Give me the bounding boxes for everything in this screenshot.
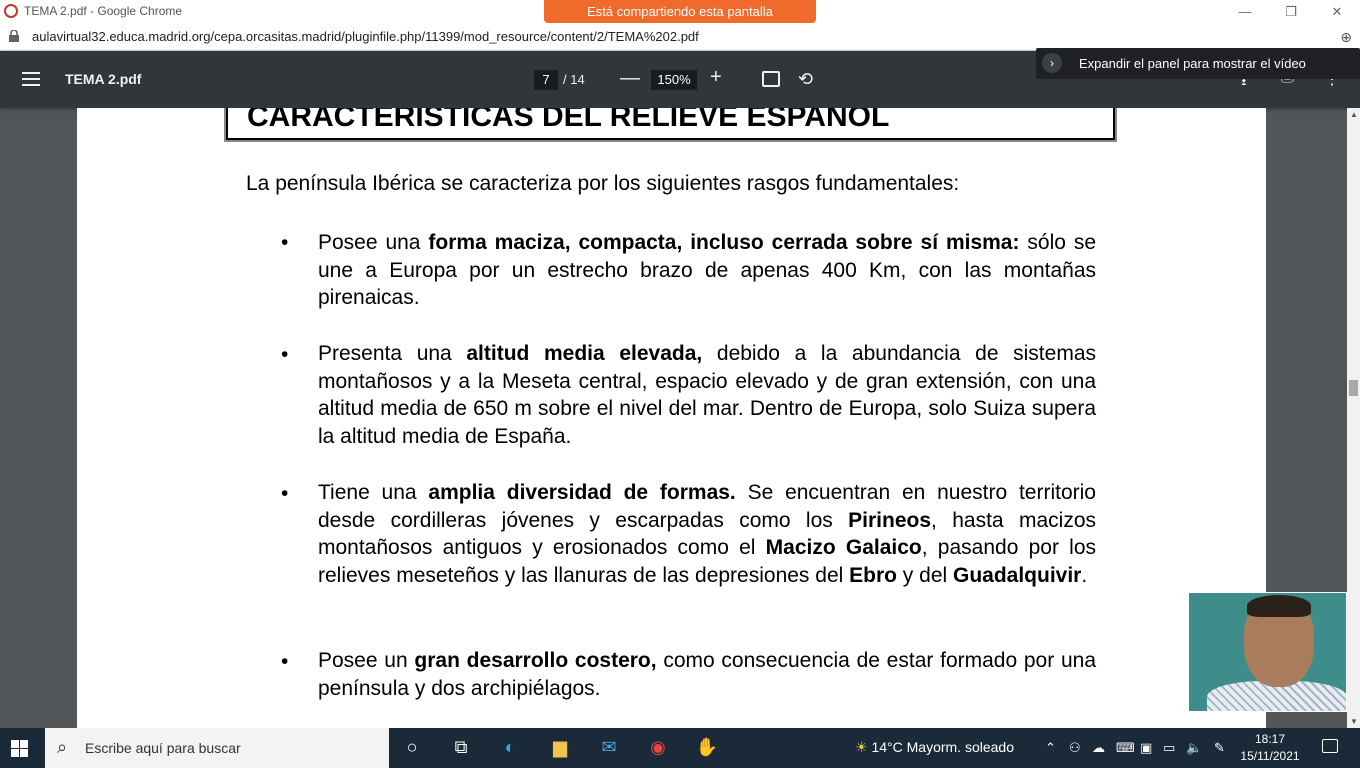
fit-page-icon[interactable]: [762, 71, 780, 87]
chrome-icon: [4, 4, 18, 18]
intro-paragraph: La península Ibérica se caracteriza por …: [246, 172, 960, 195]
cortana-icon[interactable]: ○: [400, 737, 424, 759]
video-panel-text: Expandir el panel para mostrar el vídeo: [1079, 56, 1306, 71]
search-placeholder: Escribe aquí para buscar: [85, 740, 241, 756]
url-text[interactable]: aulavirtual32.educa.madrid.org/cepa.orca…: [32, 29, 699, 44]
heading-box: CARACTERÍSTICAS DEL RELIEVE ESPAÑOL: [224, 108, 1117, 142]
bullet: •: [281, 650, 289, 673]
clock-time: 18:17: [1254, 732, 1286, 746]
tray-meet-icon[interactable]: ▣: [1140, 740, 1152, 756]
taskbar-search[interactable]: ⌕ Escribe aquí para buscar: [45, 728, 389, 768]
document-title: TEMA 2.pdf: [65, 71, 142, 87]
bullet: •: [281, 343, 289, 366]
zoom-in-button[interactable]: +: [710, 66, 722, 89]
list-item: Posee un gran desarrollo costero, como c…: [318, 649, 1097, 700]
list-item: Presenta una altitud media elevada, debi…: [318, 342, 1096, 448]
chrome-taskbar-icon[interactable]: ◉: [646, 737, 670, 759]
window-controls: — ❐ ✕: [1222, 0, 1360, 23]
windows-start-icon[interactable]: [11, 740, 28, 757]
scroll-up-icon[interactable]: ▲: [1350, 110, 1358, 119]
vertical-scrollbar[interactable]: ▲ ▼: [1347, 108, 1360, 728]
weather-widget[interactable]: ☀ 14°C Mayorm. soleado: [855, 739, 1014, 756]
tray-app-icon[interactable]: ⚇: [1069, 740, 1081, 756]
address-bar[interactable]: aulavirtual32.educa.madrid.org/cepa.orca…: [0, 23, 1360, 51]
pen-icon[interactable]: ✎: [1214, 740, 1225, 756]
minimize-button[interactable]: —: [1222, 0, 1268, 23]
close-button[interactable]: ✕: [1314, 0, 1360, 23]
tray-device-icon[interactable]: ⌨: [1116, 740, 1135, 756]
search-icon: ⌕: [57, 737, 68, 757]
network-icon[interactable]: ▭: [1163, 740, 1175, 756]
bullet: •: [281, 231, 289, 254]
scroll-down-icon[interactable]: ▼: [1350, 717, 1358, 726]
chevron-right-icon[interactable]: ›: [1042, 53, 1062, 73]
clock-date: 15/11/2021: [1240, 749, 1300, 763]
chevron-up-icon[interactable]: ⌃: [1045, 740, 1056, 756]
zoom-lens-icon[interactable]: ⊕: [1340, 29, 1352, 46]
list-item: Posee una forma maciza, compacta, inclus…: [318, 231, 1096, 309]
webcam-preview: [1188, 592, 1347, 712]
file-explorer-icon[interactable]: ▆: [548, 737, 572, 759]
page-heading: CARACTERÍSTICAS DEL RELIEVE ESPAÑOL: [226, 108, 1115, 140]
video-panel-tooltip[interactable]: › Expandir el panel para mostrar el víde…: [1036, 48, 1360, 79]
sun-icon: ☀: [855, 739, 868, 755]
zoom-level-input[interactable]: 150%: [651, 70, 697, 90]
windows-taskbar: ⌕ Escribe aquí para buscar ○ ⧉ ◐ ▆ ✉ ◉ ✋…: [0, 728, 1360, 768]
zoom-out-button[interactable]: —: [620, 67, 640, 90]
task-view-icon[interactable]: ⧉: [449, 737, 473, 759]
scroll-thumb[interactable]: [1349, 380, 1358, 396]
app-icon[interactable]: ✋: [695, 737, 719, 759]
menu-icon[interactable]: [22, 72, 40, 86]
bullet: •: [281, 482, 289, 505]
onedrive-icon[interactable]: ☁: [1092, 740, 1105, 756]
mail-icon[interactable]: ✉: [597, 737, 621, 759]
notification-icon[interactable]: [1322, 739, 1338, 753]
lock-icon: [9, 30, 19, 42]
edge-icon[interactable]: ◐: [498, 737, 522, 759]
weather-text: 14°C Mayorm. soleado: [871, 739, 1015, 755]
window-title: TEMA 2.pdf - Google Chrome: [24, 4, 183, 18]
page-total: / 14: [563, 72, 585, 87]
restore-button[interactable]: ❐: [1268, 0, 1314, 23]
pdf-page: CARACTERÍSTICAS DEL RELIEVE ESPAÑOL La p…: [77, 108, 1266, 728]
page-number-input[interactable]: 7: [534, 70, 558, 90]
list-item: Tiene una amplia diversidad de formas. S…: [318, 481, 1096, 587]
screen-share-banner[interactable]: Está compartiendo esta pantalla: [544, 0, 816, 23]
system-clock[interactable]: 18:17 15/11/2021: [1240, 731, 1300, 765]
rotate-icon[interactable]: ⟲: [798, 69, 813, 90]
volume-icon[interactable]: 🔈: [1186, 740, 1202, 756]
browser-title-bar: TEMA 2.pdf - Google Chrome Está comparti…: [0, 0, 1360, 23]
